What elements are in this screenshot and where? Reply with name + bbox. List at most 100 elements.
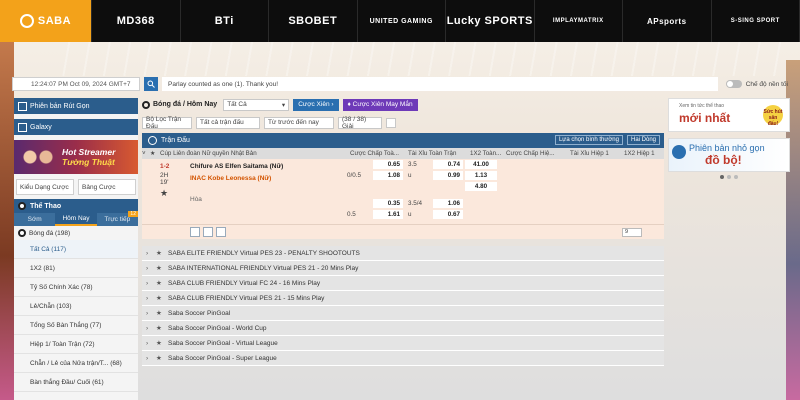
star-icon[interactable]: ★	[156, 324, 168, 332]
brand-apsports[interactable]: APsports	[623, 0, 712, 42]
odds-cell[interactable]: 1.08	[373, 171, 403, 180]
odds-cell[interactable]: 0.65	[373, 160, 403, 169]
league-row[interactable]: › ★ Saba Soccer PinGoal - World Cup	[142, 321, 664, 336]
market-item[interactable]: Tỷ Số Chính Xác (78)	[14, 278, 138, 297]
star-icon[interactable]: ★	[156, 339, 168, 347]
odds-cell[interactable]: 0.74	[433, 160, 463, 169]
scoreboard-icon[interactable]	[216, 227, 226, 237]
brand-bti[interactable]: BTi	[181, 0, 269, 42]
brand-md368[interactable]: MD368	[92, 0, 181, 42]
odds-type-select[interactable]: Kiểu Dạng Cược	[16, 179, 74, 195]
league-row[interactable]: › ★ SABA CLUB FRIENDLY Virtual FC 24 - 16 …	[142, 276, 664, 291]
clock: 12:24:07 PM Oct 09, 2024 GMT+7	[12, 77, 140, 91]
favorite-star-icon[interactable]: ★	[160, 188, 190, 199]
brand-sbobet[interactable]: SBOBET	[269, 0, 358, 42]
league-row[interactable]: › ★ Saba Soccer PinGoal - Virtual League	[142, 336, 664, 351]
home-team: Chifure AS Elfen Saitama (Nữ)	[190, 163, 284, 170]
league-row[interactable]: › ★ SABA CLUB FRIENDLY Virtual PES 21 - 15…	[142, 291, 664, 306]
ad-subtitle: Phiên bản nhỏ gọn	[689, 143, 765, 153]
match-filter-dropdown[interactable]: Bộ Lọc Trận Đấu	[142, 116, 192, 130]
provider-bar: SABA MD368 BTi SBOBET UNITED GAMING Luck…	[0, 0, 800, 42]
market-item[interactable]: Tổng Số Bàn Thắng (77)	[14, 316, 138, 335]
brand-united-gaming[interactable]: UNITED GAMING	[358, 0, 446, 42]
hdp-line	[347, 182, 371, 191]
refresh-icon[interactable]	[386, 117, 396, 128]
market-item[interactable]: Hiệp 1/ Toàn Trận (72)	[14, 335, 138, 354]
sort-select[interactable]: Lựa chọn bình thường	[554, 135, 623, 145]
ou-line	[405, 182, 431, 191]
news-ad-banner[interactable]: Xem tin tức thể thao mới nhất Sức hút sâ…	[668, 98, 790, 132]
lucky-parlay-button[interactable]: ♦ Cược Xiên May Mắn	[342, 98, 418, 111]
market-item[interactable]: 1X2 (81)	[14, 259, 138, 278]
league-row[interactable]: › ★ SABA INTERNATIONAL FRIENDLY Virtual PE…	[142, 261, 664, 276]
col-ou-h1: Tài Xỉu Hiệp 1	[570, 150, 609, 157]
odds-cell[interactable]: 1.13	[465, 171, 497, 180]
swap-icon	[18, 101, 27, 111]
odds-cell[interactable]: 1.61	[373, 210, 403, 219]
toggle-switch[interactable]	[725, 80, 742, 88]
tab-early[interactable]: Sớm	[14, 213, 55, 226]
odds-cell[interactable]: 1.06	[433, 199, 463, 208]
parlay-button[interactable]: Cược Xiên ›	[293, 98, 339, 111]
market-item[interactable]: Chẵn / Lẻ của Nửa trận/T... (68)	[14, 354, 138, 373]
star-icon[interactable]: ★	[156, 309, 168, 317]
bet-table-select[interactable]: Bảng Cược	[78, 179, 136, 195]
league-count-dropdown[interactable]: (38 / 38) Giải	[338, 116, 382, 130]
col-1x2-h1: 1X2 Hiệp 1	[624, 150, 655, 157]
chevron-icon[interactable]: ˅	[142, 150, 150, 157]
notice-button[interactable]	[144, 77, 158, 91]
star-icon[interactable]: ★	[150, 150, 160, 157]
sport-football[interactable]: Bóng đá (198)	[14, 226, 138, 240]
market-item[interactable]: Bàn thắng Đầu/ Cuối (61)	[14, 373, 138, 392]
star-icon[interactable]: ★	[156, 279, 168, 287]
odds-cell[interactable]: 0.35	[373, 199, 403, 208]
league-name: Cúp Liên đoàn Nữ quyền Nhật Bản	[160, 150, 257, 157]
match-row: 1-2 2H 19' ★ Chifure AS Elfen Saitama (N…	[142, 159, 664, 224]
favorite-icon[interactable]	[190, 227, 200, 237]
star-icon[interactable]: ★	[156, 264, 168, 272]
market-item[interactable]: Lẻ/Chẵn (103)	[14, 297, 138, 316]
star-icon[interactable]: ★	[156, 354, 168, 362]
market-item[interactable]: Tất Cả (117)	[14, 240, 138, 259]
clock-icon	[148, 136, 157, 145]
dark-mode-label: Chế độ nền tối	[745, 80, 788, 88]
ou-line: 3.5/4	[408, 200, 423, 207]
brand-s-sing-sport[interactable]: S-SING SPORT	[712, 0, 800, 42]
brand-lucky-sports[interactable]: Lucky SPORTS	[446, 0, 535, 42]
dark-mode-toggle[interactable]: Chế độ nền tối	[725, 80, 788, 88]
status-row: 12:24:07 PM Oct 09, 2024 GMT+7 Parlay co…	[12, 76, 788, 92]
league-row[interactable]: › ★ Saba Soccer PinGoal - Super League	[142, 351, 664, 366]
quick-version-button[interactable]: Phiên bản Rút Gọn	[14, 98, 138, 114]
time-tabs: Sớm Hôm Nay Trực tiếp 12	[14, 211, 138, 226]
match-section-header: Trận Đấu Lựa chọn bình thường Hai Dòng	[142, 133, 664, 148]
odds-cell[interactable]: 0.67	[433, 210, 463, 219]
more-markets-select[interactable]: 9	[622, 228, 642, 237]
stats-icon[interactable]	[203, 227, 213, 237]
notice-ticker: Parlay counted as one (1). Thank you!	[162, 77, 718, 91]
star-icon[interactable]: ★	[156, 249, 168, 257]
streamer-banner[interactable]: Hot Streamer Tường Thuật	[14, 140, 138, 174]
brand-saba[interactable]: SABA	[0, 0, 92, 42]
chevron-right-icon: ›	[146, 354, 149, 362]
odds-cell[interactable]: 0.99	[433, 171, 463, 180]
tab-live[interactable]: Trực tiếp 12	[97, 211, 138, 226]
mobile-ad-banner[interactable]: Phiên bản nhỏ gọn đồ bộ!	[668, 138, 790, 172]
odds-cell[interactable]: 41.00	[465, 160, 497, 169]
odds-cell[interactable]: 4.80	[465, 182, 497, 191]
ou-line: u	[408, 211, 412, 218]
carousel-dots[interactable]	[668, 175, 790, 179]
view-select[interactable]: Hai Dòng	[626, 135, 660, 145]
galaxy-button[interactable]: Galaxy	[14, 119, 138, 135]
phone-icon	[672, 145, 686, 159]
brand-implaymatrix[interactable]: IMPLAYMATRIX	[535, 0, 623, 42]
all-matches-dropdown[interactable]: Tất cả trận đấu	[196, 116, 260, 129]
time-range-dropdown[interactable]: Từ trước đến nay	[264, 116, 334, 129]
league-row[interactable]: › ★ Saba Soccer PinGoal	[142, 306, 664, 321]
star-icon[interactable]: ★	[156, 294, 168, 302]
tab-today[interactable]: Hôm Nay	[55, 213, 97, 226]
filter-all-dropdown[interactable]: Tất Cả ▾	[223, 98, 290, 111]
chevron-right-icon: ›	[146, 294, 149, 302]
ad-subtitle: Xem tin tức thể thao	[679, 103, 725, 109]
league-row[interactable]: › ★ SABA ELITE FRIENDLY Virtual PES 23 - P…	[142, 246, 664, 261]
ad-badge: Sức hút sân đấu!	[763, 105, 783, 127]
